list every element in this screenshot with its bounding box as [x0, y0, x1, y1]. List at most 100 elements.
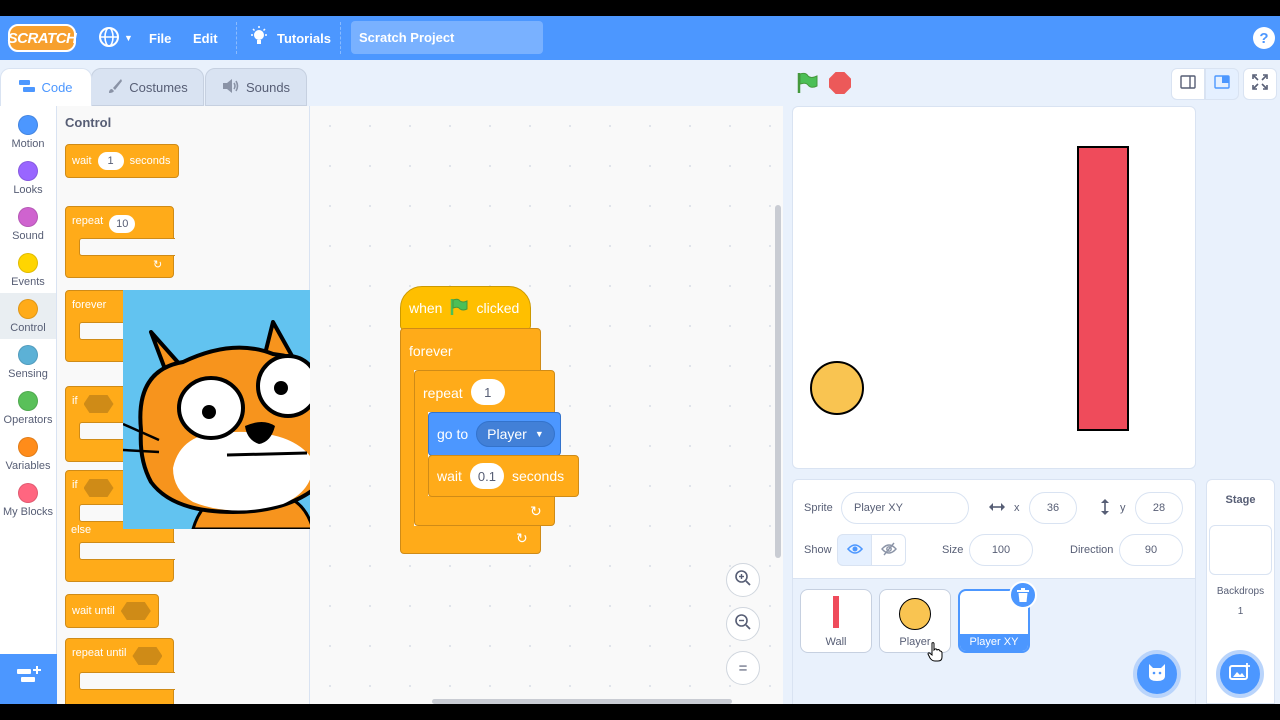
category-looks[interactable]: Looks	[0, 155, 56, 201]
sensing-dot-icon	[18, 345, 38, 365]
wait-seconds-input[interactable]: 0.1	[469, 463, 504, 489]
palette-repeat-until-block[interactable]: repeat until	[65, 638, 174, 704]
large-stage-button[interactable]	[1205, 68, 1239, 100]
show-label: Show	[804, 544, 832, 556]
x-input[interactable]: 36	[1029, 492, 1077, 524]
variables-dot-icon	[18, 437, 38, 457]
category-label: Sensing	[8, 368, 48, 380]
when-flag-clicked-block[interactable]: when clicked	[400, 286, 531, 330]
go-to-target-dropdown[interactable]: Player ▼	[476, 421, 555, 447]
category-operators[interactable]: Operators	[0, 385, 56, 431]
chevron-down-icon: ▼	[124, 33, 133, 43]
show-hidden-button[interactable]	[871, 534, 906, 566]
code-icon	[19, 79, 36, 96]
fullscreen-button[interactable]	[1243, 68, 1277, 100]
zoom-reset-button[interactable]: =	[726, 651, 760, 685]
my-blocks-dot-icon	[18, 483, 38, 503]
category-motion[interactable]: Motion	[0, 109, 56, 155]
large-stage-icon	[1214, 74, 1230, 94]
zoom-out-icon	[734, 613, 752, 635]
category-label: Motion	[11, 138, 45, 150]
choose-sprite-button[interactable]	[1133, 650, 1181, 698]
boolean-slot[interactable]	[132, 647, 163, 665]
repeat-count-input[interactable]: 1	[470, 379, 505, 405]
block-input[interactable]: 1	[97, 152, 124, 170]
block-label: when	[409, 300, 443, 316]
boolean-slot[interactable]	[83, 395, 114, 413]
menu-bar: SCRATCH ▼ File Edit Tutorials Scratch Pr…	[0, 16, 1280, 60]
stage[interactable]	[792, 106, 1196, 469]
speaker-icon	[222, 78, 240, 97]
sprite-thumb-label: Wall	[825, 636, 847, 648]
tab-sounds[interactable]: Sounds	[205, 68, 307, 106]
scratch-logo[interactable]: SCRATCH	[8, 24, 77, 52]
help-icon[interactable]: ?	[1253, 27, 1275, 49]
stage-thumbnail[interactable]	[1209, 525, 1272, 575]
category-control[interactable]: Control	[0, 293, 56, 339]
size-label: Size	[942, 544, 964, 556]
block-label: forever	[72, 299, 107, 311]
vertical-scrollbar[interactable]	[775, 205, 781, 558]
menu-divider	[236, 22, 237, 54]
category-sensing[interactable]: Sensing	[0, 339, 56, 385]
show-visible-button[interactable]	[837, 534, 872, 566]
category-label: Looks	[13, 184, 43, 196]
palette-wait-until-block[interactable]: wait until	[65, 594, 159, 628]
choose-backdrop-button[interactable]	[1216, 650, 1264, 698]
category-menu: Motion Looks Sound Events Control Sensin…	[0, 106, 57, 654]
tab-costumes[interactable]: Costumes	[91, 68, 204, 106]
y-arrows-icon	[1098, 498, 1112, 521]
boolean-slot[interactable]	[120, 602, 151, 620]
tutorials-button[interactable]: Tutorials	[249, 16, 331, 60]
boolean-slot[interactable]	[83, 479, 114, 497]
green-flag-icon[interactable]	[796, 72, 818, 94]
edit-menu[interactable]: Edit	[193, 16, 218, 60]
hand-cursor-icon	[927, 642, 943, 667]
sprite-name-input[interactable]: Player XY	[841, 492, 969, 524]
dropdown-value: Player	[487, 426, 527, 442]
zoom-in-button[interactable]	[726, 563, 760, 597]
block-label: seconds	[511, 468, 565, 484]
palette-heading: Control	[65, 115, 112, 130]
else-label: else	[71, 524, 92, 536]
category-my-blocks[interactable]: My Blocks	[0, 477, 56, 523]
trash-icon[interactable]	[1009, 581, 1037, 609]
zoom-out-button[interactable]	[726, 607, 760, 641]
palette-wait-block[interactable]: wait 1 seconds	[65, 144, 179, 178]
sprite-thumb-wall[interactable]: Wall	[800, 589, 872, 653]
x-arrows-icon	[988, 500, 1006, 519]
tab-code[interactable]: Code	[0, 68, 92, 106]
loop-arrow-icon: ↻	[153, 259, 163, 271]
player-sprite[interactable]	[810, 361, 864, 415]
letterbox-top	[0, 0, 1280, 16]
y-input[interactable]: 28	[1135, 492, 1183, 524]
wall-sprite[interactable]	[1077, 146, 1129, 431]
block-input[interactable]: 10	[109, 215, 136, 233]
backdrops-label: Backdrops	[1216, 586, 1265, 597]
language-menu[interactable]: ▼	[98, 16, 133, 60]
block-label: if	[72, 395, 78, 407]
category-events[interactable]: Events	[0, 247, 56, 293]
stage-panel-title: Stage	[1225, 494, 1256, 506]
backdrops-count: 1	[1237, 606, 1244, 617]
category-sound[interactable]: Sound	[0, 201, 56, 247]
category-label: Variables	[5, 460, 51, 472]
project-title-input[interactable]: Scratch Project	[351, 21, 543, 54]
block-label: if	[72, 479, 78, 491]
wall-thumb-icon	[833, 596, 839, 628]
small-stage-button[interactable]	[1171, 68, 1205, 100]
add-extension-icon	[16, 666, 41, 692]
direction-input[interactable]: 90	[1119, 534, 1183, 566]
category-label: My Blocks	[2, 506, 54, 518]
control-dot-icon	[18, 299, 38, 319]
category-variables[interactable]: Variables	[0, 431, 56, 477]
small-stage-icon	[1180, 74, 1196, 94]
wait-block[interactable]: wait 0.1 seconds	[428, 455, 579, 497]
category-label: Events	[11, 276, 45, 288]
go-to-block[interactable]: go to Player ▼	[428, 412, 561, 456]
size-input[interactable]: 100	[969, 534, 1033, 566]
add-extension-button[interactable]	[0, 654, 57, 704]
block-label: repeat	[423, 385, 463, 401]
file-menu[interactable]: File	[149, 16, 171, 60]
sprite-label: Sprite	[804, 502, 833, 514]
